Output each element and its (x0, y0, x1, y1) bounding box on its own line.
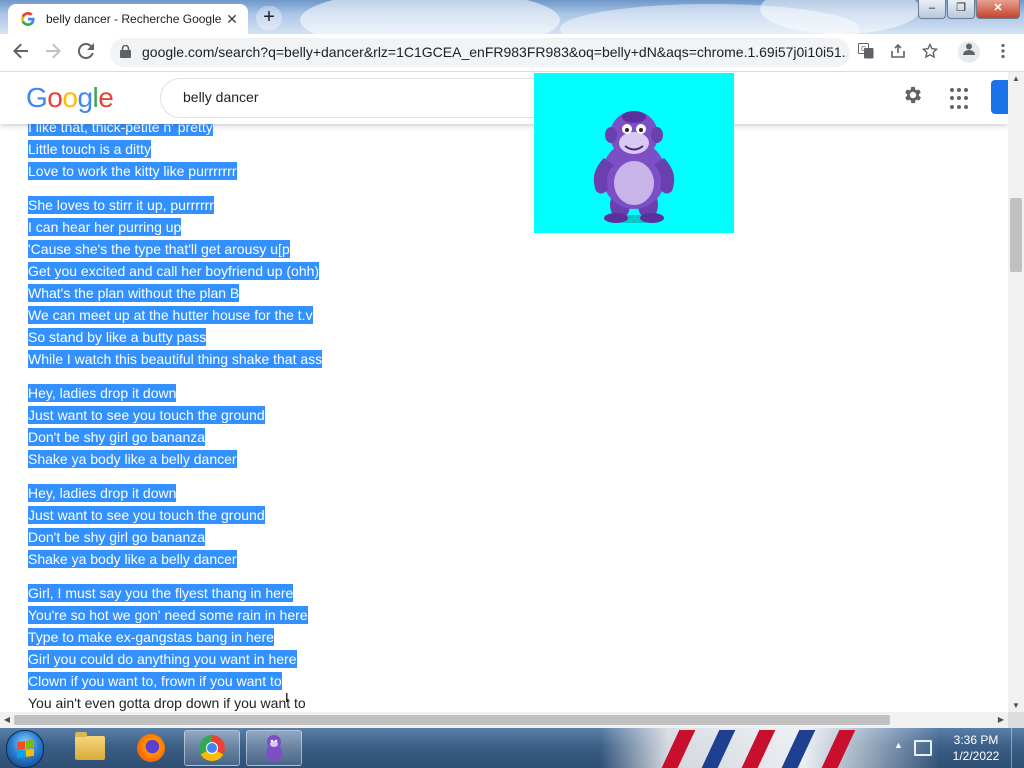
google-logo[interactable]: Google (26, 82, 114, 114)
clock[interactable]: 3:36 PM 1/2/2022 (946, 732, 1006, 764)
google-header: Google (0, 72, 1008, 124)
lyric-line: So stand by like a butty pass (28, 328, 207, 346)
lyric-line: What's the plan without the plan B (28, 284, 240, 302)
taskbar-bonzi[interactable] (246, 730, 302, 766)
lyric-line: While I watch this beautiful thing shake… (28, 350, 323, 368)
minimize-button[interactable]: – (918, 0, 946, 19)
lyric-line: Hey, ladies drop it down (28, 484, 177, 502)
lyric-line: Shake ya body like a belly dancer (28, 550, 237, 568)
scroll-up-arrow-icon[interactable]: ▲ (1008, 72, 1024, 86)
chrome-icon (199, 735, 225, 761)
scrollbar-corner (1008, 712, 1024, 728)
start-button[interactable] (6, 730, 44, 768)
browser-tab-active[interactable]: belly dancer - Recherche Google ✕ (8, 4, 248, 34)
profile-avatar-icon[interactable] (958, 41, 980, 63)
tray-expand-icon[interactable]: ▲ (894, 740, 903, 750)
bonzi-buddy-image[interactable] (534, 73, 734, 233)
lyric-line: Girl, I must say you the flyest thang in… (28, 584, 294, 602)
bonzi-icon (266, 735, 282, 762)
vertical-scrollbar[interactable]: ▲ ▼ (1008, 72, 1024, 713)
window-controls: – ❐ ✕ (917, 0, 1020, 19)
horizontal-scroll-thumb[interactable] (14, 715, 890, 725)
lyrics-stanza: Hey, ladies drop it down Just want to se… (28, 382, 628, 470)
network-icon[interactable] (914, 740, 932, 756)
system-tray: ▲ 3:36 PM 1/2/2022 (890, 728, 1024, 768)
lyric-line: Type to make ex-gangstas bang in here (28, 628, 274, 646)
sign-in-button[interactable] (991, 80, 1008, 114)
lyric-line: Don't be shy girl go bananza (28, 428, 206, 446)
lyric-line: 'Cause she's the type that'll get arousy… (28, 240, 290, 258)
tab-title: belly dancer - Recherche Google (46, 12, 222, 26)
lyric-line: Just want to see you touch the ground (28, 406, 265, 424)
lyric-line: Just want to see you touch the ground (28, 506, 265, 524)
lyric-line: Hey, ladies drop it down (28, 384, 177, 402)
lyric-line: Clown if you want to, frown if you want … (28, 672, 282, 690)
share-icon[interactable] (888, 43, 908, 63)
scroll-down-arrow-icon[interactable]: ▼ (1008, 699, 1024, 713)
page-viewport: Google I like that, thick-petite n' pret… (0, 72, 1008, 713)
windows-logo-icon (17, 739, 34, 759)
scroll-left-arrow-icon[interactable]: ◀ (0, 712, 14, 728)
vertical-scroll-thumb[interactable] (1010, 198, 1022, 272)
taskbar-explorer[interactable] (62, 730, 118, 766)
gear-icon[interactable] (900, 84, 926, 110)
lyric-line: We can meet up at the hutter house for t… (28, 306, 313, 324)
lyrics-stanza: Hey, ladies drop it down Just want to se… (28, 482, 628, 570)
tab-close-icon[interactable]: ✕ (224, 11, 240, 27)
lyric-line: Shake ya body like a belly dancer (28, 450, 237, 468)
purple-gorilla-icon (593, 111, 675, 223)
clock-date: 1/2/2022 (952, 749, 1000, 763)
folder-icon (75, 732, 105, 760)
browser-toolbar: google.com/search?q=belly+dancer&rlz=1C1… (0, 34, 1024, 72)
address-bar[interactable]: google.com/search?q=belly+dancer&rlz=1C1… (110, 38, 850, 67)
lock-icon[interactable] (120, 44, 131, 61)
clock-time: 3:36 PM (953, 733, 999, 747)
google-favicon-icon (21, 12, 35, 26)
text-cursor-icon: I (285, 690, 289, 705)
reload-icon[interactable] (75, 42, 97, 64)
show-desktop-button[interactable] (1011, 728, 1024, 768)
browser-titlebar: belly dancer - Recherche Google ✕ + – ❐ … (0, 0, 1024, 34)
url-text[interactable]: google.com/search?q=belly+dancer&rlz=1C1… (142, 44, 847, 60)
lyric-line-unselected: You ain't even gotta drop down if you wa… (28, 695, 306, 711)
lyrics-stanza: Girl, I must say you the flyest thang in… (28, 582, 628, 713)
wallpaper-peek (600, 728, 940, 768)
lyric-line: Get you excited and call her boyfriend u… (28, 262, 320, 280)
new-tab-button[interactable]: + (256, 6, 282, 30)
restore-button[interactable]: ❐ (947, 0, 975, 19)
apps-grid-icon[interactable] (948, 86, 974, 112)
close-window-button[interactable]: ✕ (976, 0, 1020, 19)
taskbar-firefox[interactable] (123, 730, 179, 766)
taskbar-chrome[interactable] (184, 730, 240, 766)
forward-arrow-icon[interactable] (42, 42, 64, 64)
lyric-line: You're so hot we gon' need some rain in … (28, 606, 308, 624)
star-icon[interactable] (920, 42, 940, 63)
firefox-icon (137, 734, 165, 762)
kebab-menu-icon[interactable] (993, 43, 1013, 63)
svg-text:G: G (861, 46, 866, 53)
translate-icon[interactable]: G (856, 43, 876, 63)
sky-cloud (300, 0, 560, 34)
back-arrow-icon[interactable] (10, 42, 32, 64)
windows-taskbar: ▲ 3:36 PM 1/2/2022 (0, 728, 1024, 768)
horizontal-scrollbar[interactable]: ◀ ▶ (0, 712, 1008, 728)
lyric-line: Don't be shy girl go bananza (28, 528, 206, 546)
scroll-right-arrow-icon[interactable]: ▶ (994, 712, 1008, 728)
lyric-line: Girl you could do anything you want in h… (28, 650, 297, 668)
